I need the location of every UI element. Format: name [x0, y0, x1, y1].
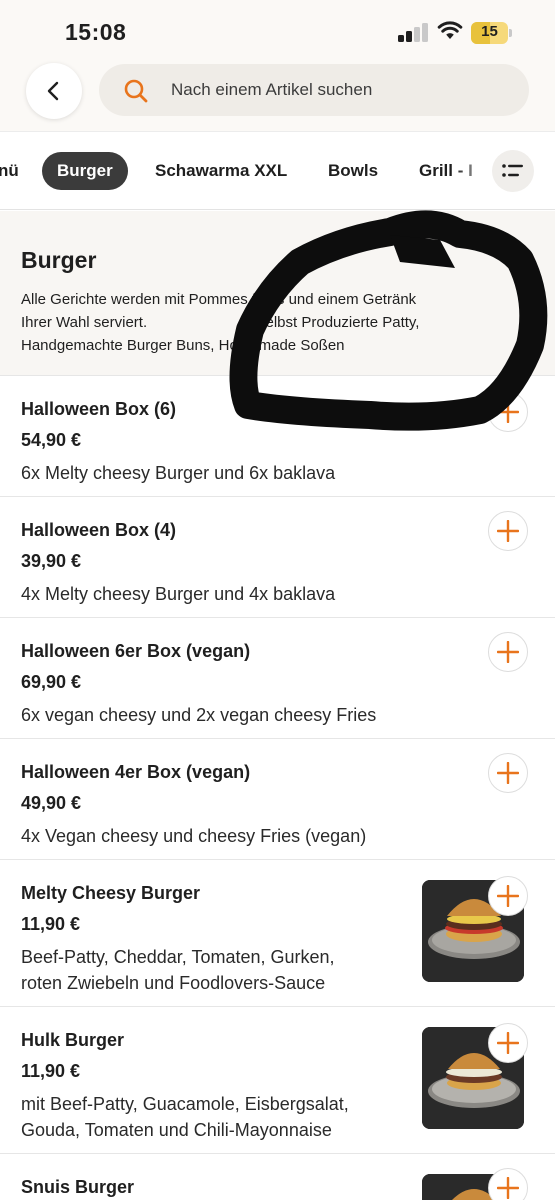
item-description: mit Beef-Patty, Guacamole, Eisbergsalat,… — [21, 1091, 349, 1143]
section-description-line: Alle Gerichte werden mit Pommes frites u… — [21, 291, 417, 308]
item-description: Beef-Patty, Cheddar, Tomaten, Gurken, ro… — [21, 944, 335, 996]
tab-schawarma-xxl[interactable]: Schawarma XXL — [155, 152, 287, 190]
menu-item[interactable]: Hulk Burger 11,90 € mit Beef-Patty, Guac… — [0, 1007, 555, 1154]
battery-level: 15 — [481, 23, 498, 40]
wifi-icon — [437, 21, 463, 39]
item-price: 54,90 € — [21, 430, 82, 450]
tab-menu[interactable]: nü — [0, 152, 19, 190]
add-button[interactable] — [488, 392, 528, 432]
menu-item[interactable]: Halloween 6er Box (vegan) 69,90 € 6x veg… — [0, 618, 555, 739]
menu-item[interactable]: Snuis Burger — [0, 1154, 555, 1200]
section-title: Burger — [21, 247, 97, 273]
add-button[interactable] — [488, 511, 528, 551]
chevron-left-icon — [47, 81, 59, 101]
add-button[interactable] — [488, 632, 528, 672]
item-price: 11,90 € — [21, 914, 81, 934]
menu-item[interactable]: Halloween 4er Box (vegan) 49,90 € 4x Veg… — [0, 739, 555, 860]
plus-icon — [497, 641, 519, 663]
item-price: 11,90 € — [21, 1061, 81, 1081]
item-description-line: roten Zwiebeln und Foodlovers-Sauce — [21, 973, 326, 993]
item-description-line: Gouda, Tomaten und Chili-Mayonnaise — [21, 1120, 332, 1140]
item-name: Halloween Box (4) — [21, 520, 177, 540]
item-description: 4x Melty cheesy Burger und 4x baklava — [21, 584, 336, 604]
menu-item[interactable]: Halloween Box (4) 39,90 € 4x Melty chees… — [0, 497, 555, 618]
section-description-line: Ihrer Wahl serviert. Selbst Produzierte … — [21, 314, 420, 331]
battery-icon: 15 — [471, 22, 512, 44]
plus-icon — [497, 401, 519, 423]
section-description: Alle Gerichte werden mit Pommes frites u… — [21, 288, 419, 357]
plus-icon — [497, 885, 519, 907]
header: Nach einem Artikel suchen — [0, 60, 555, 132]
item-name: Melty Cheesy Burger — [21, 883, 201, 903]
back-button[interactable] — [26, 63, 82, 119]
item-description: 6x Melty cheesy Burger und 6x baklava — [21, 463, 336, 483]
plus-icon — [497, 1032, 519, 1054]
item-name: Halloween 4er Box (vegan) — [21, 762, 251, 782]
search-icon — [124, 79, 148, 103]
status-bar: 15:08 15 — [0, 0, 555, 60]
item-name: Halloween Box (6) — [21, 399, 177, 419]
category-list-button[interactable] — [492, 150, 534, 192]
plus-icon — [497, 1177, 519, 1199]
tab-bowls[interactable]: Bowls — [328, 152, 378, 190]
tab-fade — [455, 132, 495, 209]
item-price: 49,90 € — [21, 793, 82, 813]
item-price: 39,90 € — [21, 551, 82, 571]
menu-item[interactable]: Melty Cheesy Burger 11,90 € Beef-Patty, … — [0, 860, 555, 1007]
plus-icon — [497, 762, 519, 784]
list-icon — [502, 164, 523, 177]
item-description: 6x vegan cheesy und 2x vegan cheesy Frie… — [21, 705, 377, 725]
cellular-signal-icon — [398, 22, 430, 42]
menu-item[interactable]: Halloween Box (6) 54,90 € 6x Melty chees… — [0, 376, 555, 497]
section-description-line: Handgemachte Burger Buns, Homemade Soßen — [21, 337, 345, 354]
category-tabs: nü Burger Schawarma XXL Bowls Grill - I — [0, 132, 555, 210]
item-name: Halloween 6er Box (vegan) — [21, 641, 251, 661]
item-description-line: Beef-Patty, Cheddar, Tomaten, Gurken, — [21, 947, 335, 967]
item-description-line: mit Beef-Patty, Guacamole, Eisbergsalat, — [21, 1094, 349, 1114]
add-button[interactable] — [488, 1168, 528, 1200]
status-time: 15:08 — [65, 19, 127, 45]
tab-burger[interactable]: Burger — [42, 152, 128, 190]
category-section-header: Burger Alle Gerichte werden mit Pommes f… — [0, 211, 555, 376]
item-name: Snuis Burger — [21, 1177, 135, 1197]
search-input[interactable]: Nach einem Artikel suchen — [99, 64, 529, 116]
add-button[interactable] — [488, 876, 528, 916]
plus-icon — [497, 520, 519, 542]
item-description: 4x Vegan cheesy und cheesy Fries (vegan) — [21, 826, 367, 846]
search-placeholder: Nach einem Artikel suchen — [171, 80, 373, 99]
item-price: 69,90 € — [21, 672, 82, 692]
item-name: Hulk Burger — [21, 1030, 125, 1050]
add-button[interactable] — [488, 753, 528, 793]
add-button[interactable] — [488, 1023, 528, 1063]
